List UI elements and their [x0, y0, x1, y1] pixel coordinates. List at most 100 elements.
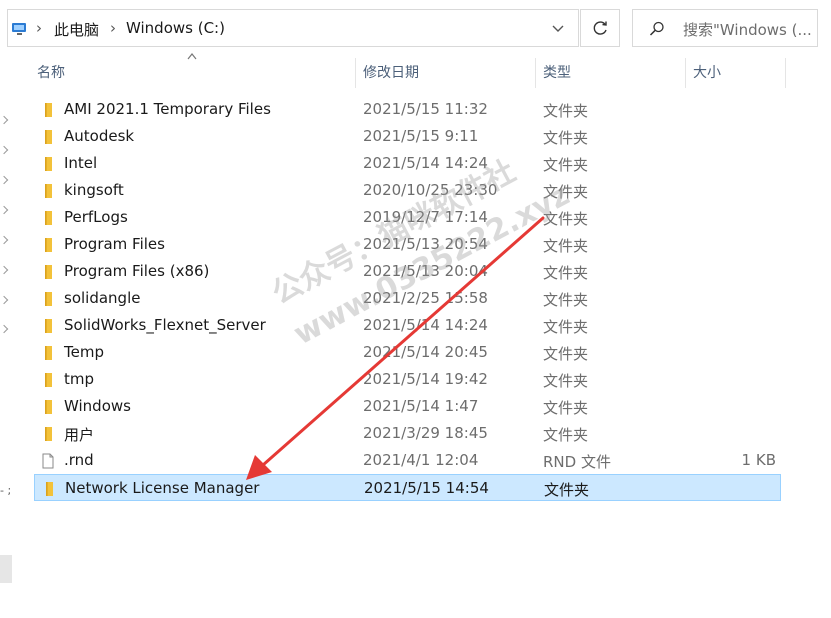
- search-icon: [649, 21, 664, 36]
- file-name: solidangle: [64, 289, 141, 307]
- folder-icon: [45, 400, 52, 414]
- folder-icon: [45, 184, 52, 198]
- file-name: Autodesk: [64, 127, 135, 145]
- file-row[interactable]: Autodesk 2021/5/15 9:11 文件夹: [34, 123, 781, 150]
- file-modified-date: 2021/5/15 9:11: [363, 127, 479, 145]
- file-name: kingsoft: [64, 181, 124, 199]
- file-name: SolidWorks_Flexnet_Server: [64, 316, 266, 334]
- file-type: 文件夹: [543, 426, 589, 444]
- file-name: Network License Manager: [65, 479, 260, 497]
- file-name: 用户: [64, 426, 95, 444]
- file-name: Windows: [64, 397, 131, 415]
- file-modified-date: 2020/10/25 23:30: [363, 181, 498, 199]
- folder-icon: [45, 211, 52, 225]
- file-row[interactable]: Temp 2021/5/14 20:45 文件夹: [34, 339, 781, 366]
- file-row[interactable]: Program Files 2021/5/13 20:54 文件夹: [34, 231, 781, 258]
- navigation-pane-selected-item[interactable]: [0, 555, 12, 583]
- file-modified-date: 2021/5/14 20:45: [363, 343, 488, 361]
- file-type: 文件夹: [543, 129, 589, 147]
- file-modified-date: 2019/12/7 17:14: [363, 208, 488, 226]
- chevron-down-icon[interactable]: [552, 25, 564, 33]
- breadcrumb-separator[interactable]: ›: [110, 19, 116, 37]
- file-name: .rnd: [64, 451, 94, 469]
- address-bar[interactable]: › 此电脑 › Windows (C:): [7, 9, 579, 47]
- search-placeholder: 搜索"Windows (...: [683, 21, 812, 39]
- file-modified-date: 2021/5/14 14:24: [363, 154, 488, 172]
- file-name: Intel: [64, 154, 98, 172]
- file-modified-date: 2021/5/14 19:42: [363, 370, 488, 388]
- navigation-bar: › 此电脑 › Windows (C:) 搜索"Windows (...: [0, 0, 831, 58]
- file-modified-date: 2021/5/15 14:54: [364, 479, 489, 497]
- file-row[interactable]: Intel 2021/5/14 14:24 文件夹: [34, 150, 781, 177]
- file-modified-date: 2021/5/13 20:04: [363, 262, 488, 280]
- file-type: 文件夹: [543, 210, 589, 228]
- file-type: 文件夹: [543, 345, 589, 363]
- file-row[interactable]: SolidWorks_Flexnet_Server 2021/5/14 14:24…: [34, 312, 781, 339]
- column-header-name[interactable]: 名称: [30, 58, 355, 86]
- file-name: Program Files: [64, 235, 165, 253]
- folder-icon: [45, 157, 52, 171]
- file-modified-date: 2021/5/13 20:54: [363, 235, 488, 253]
- folder-icon: [45, 319, 52, 333]
- navigation-pane: [0, 58, 12, 618]
- file-type: 文件夹: [544, 481, 590, 499]
- pin-icon[interactable]: [0, 117, 7, 124]
- folder-icon: [45, 427, 52, 441]
- file-modified-date: 2021/5/14 14:24: [363, 316, 488, 334]
- file-row[interactable]: Network License Manager 2021/5/15 14:54 文件…: [34, 474, 781, 501]
- file-row[interactable]: tmp 2021/5/14 19:42 文件夹: [34, 366, 781, 393]
- folder-icon: [45, 373, 52, 387]
- file-name: Program Files (x86): [64, 262, 210, 280]
- file-icon: [42, 453, 54, 469]
- file-modified-date: 2021/2/25 15:58: [363, 289, 488, 307]
- search-box[interactable]: 搜索"Windows (...: [632, 9, 818, 47]
- file-row[interactable]: Windows 2021/5/14 1:47 文件夹: [34, 393, 781, 420]
- computer-icon: [12, 23, 26, 35]
- file-row[interactable]: solidangle 2021/2/25 15:58 文件夹: [34, 285, 781, 312]
- pin-icon[interactable]: [0, 147, 7, 154]
- file-row[interactable]: .rnd 2021/4/1 12:04 RND 文件 1 KB: [34, 447, 781, 474]
- file-name: tmp: [64, 370, 95, 388]
- file-row[interactable]: AMI 2021.1 Temporary Files 2021/5/15 11:3…: [34, 96, 781, 123]
- file-type: 文件夹: [543, 318, 589, 336]
- file-type: 文件夹: [543, 264, 589, 282]
- folder-icon: [45, 292, 52, 306]
- folder-icon: [45, 265, 52, 279]
- folder-icon: [46, 482, 53, 496]
- file-row[interactable]: PerfLogs 2019/12/7 17:14 文件夹: [34, 204, 781, 231]
- file-row[interactable]: 用户 2021/3/29 18:45 文件夹: [34, 420, 781, 447]
- column-header-type[interactable]: 类型: [536, 58, 685, 86]
- file-type: 文件夹: [543, 102, 589, 120]
- pin-icon[interactable]: [0, 267, 7, 274]
- file-modified-date: 2021/4/1 12:04: [363, 451, 479, 469]
- pin-icon[interactable]: [0, 326, 7, 333]
- file-type: 文件夹: [543, 237, 589, 255]
- file-name: AMI 2021.1 Temporary Files: [64, 100, 271, 118]
- breadcrumb-windows-c[interactable]: Windows (C:): [126, 19, 225, 37]
- pin-icon[interactable]: [0, 297, 7, 304]
- folder-icon: [45, 238, 52, 252]
- folder-icon: [45, 130, 52, 144]
- pin-icon[interactable]: [0, 177, 7, 184]
- file-row[interactable]: kingsoft 2020/10/25 23:30 文件夹: [34, 177, 781, 204]
- file-name: PerfLogs: [64, 208, 128, 226]
- column-header-date[interactable]: 修改日期: [356, 58, 535, 86]
- file-type: RND 文件: [543, 453, 611, 471]
- file-name: Temp: [64, 343, 104, 361]
- refresh-button[interactable]: [580, 9, 620, 47]
- refresh-icon: [593, 21, 607, 35]
- file-type: 文件夹: [543, 372, 589, 390]
- column-header-size[interactable]: 大小: [686, 58, 785, 86]
- column-divider[interactable]: [785, 58, 786, 88]
- navigation-pane-item-fragment[interactable]: - ;: [0, 484, 11, 497]
- file-modified-date: 2021/5/15 11:32: [363, 100, 488, 118]
- file-size: 1 KB: [741, 451, 776, 469]
- file-type: 文件夹: [543, 291, 589, 309]
- file-modified-date: 2021/5/14 1:47: [363, 397, 479, 415]
- pin-icon[interactable]: [0, 207, 7, 214]
- file-type: 文件夹: [543, 399, 589, 417]
- file-row[interactable]: Program Files (x86) 2021/5/13 20:04 文件夹: [34, 258, 781, 285]
- breadcrumb-this-pc[interactable]: 此电脑: [54, 19, 99, 40]
- breadcrumb-separator[interactable]: ›: [36, 19, 42, 37]
- pin-icon[interactable]: [0, 237, 7, 244]
